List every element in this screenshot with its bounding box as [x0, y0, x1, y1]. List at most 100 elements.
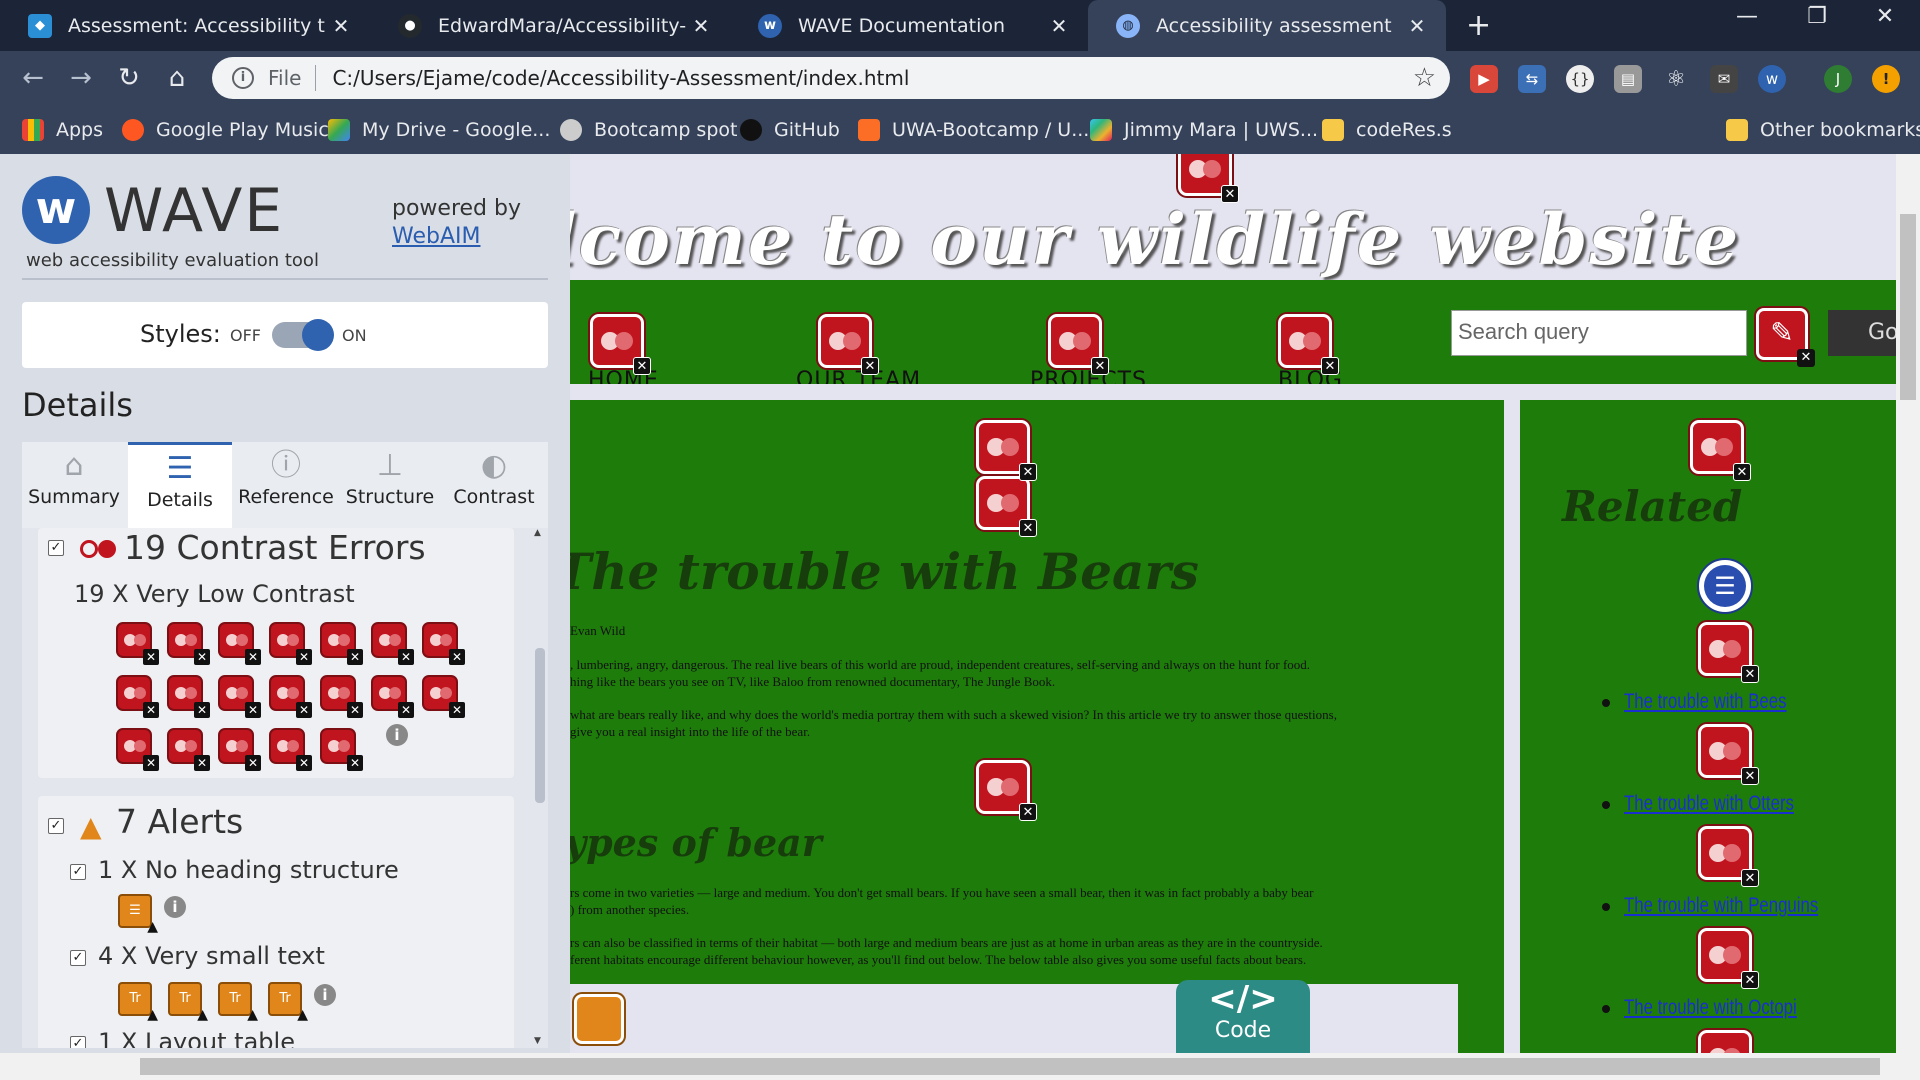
restore-icon[interactable]: ❐: [1782, 4, 1852, 29]
bookmark-bootcamp-spot[interactable]: Bootcamp spot: [560, 106, 737, 154]
tab-github-repo[interactable]: ● EdwardMara/Accessibility-Assess ✕: [370, 0, 730, 51]
contrast-error-icon[interactable]: ✕: [1698, 724, 1759, 785]
page-vertical-scrollbar[interactable]: [1896, 154, 1920, 1053]
update-alert-icon[interactable]: !: [1872, 65, 1900, 93]
small-text-icon[interactable]: Tr ▲: [118, 982, 158, 1022]
layout-table-checkbox[interactable]: ✓: [70, 1036, 86, 1048]
details-panel[interactable]: ✓ 19 Contrast Errors 19 X Very Low Contr…: [22, 528, 548, 1048]
contrast-error-icon[interactable]: ✕: [1698, 928, 1759, 989]
close-tab-icon[interactable]: ✕: [1044, 14, 1074, 38]
bookmark-apps[interactable]: Apps: [22, 106, 103, 154]
tab-structure[interactable]: ⊥ Structure: [338, 442, 442, 528]
scroll-down-icon[interactable]: ▼: [534, 1036, 541, 1046]
tab-reference[interactable]: ⓘ Reference: [234, 442, 338, 528]
contrast-error-icon[interactable]: ✕: [320, 622, 363, 665]
list-structure-icon[interactable]: ☰: [1697, 558, 1753, 614]
webaim-link[interactable]: WebAIM: [392, 224, 480, 249]
contrast-error-icon[interactable]: ✕: [320, 675, 363, 718]
contrast-error-icon[interactable]: ✕: [218, 622, 261, 665]
contrast-error-icon[interactable]: ✕: [1278, 314, 1339, 375]
contrast-error-icon[interactable]: ✕: [1698, 826, 1759, 887]
forward-icon[interactable]: →: [64, 61, 98, 95]
contrast-error-icon[interactable]: ✕: [269, 675, 312, 718]
mail-extension-icon[interactable]: ✉: [1710, 65, 1738, 93]
related-link-otters[interactable]: The trouble with Otters: [1624, 792, 1794, 816]
tab-accessibility-assessment[interactable]: ◍ Accessibility assessment ✕: [1088, 0, 1446, 51]
contrast-error-icon[interactable]: ✕: [976, 760, 1037, 821]
contrast-error-icon[interactable]: ✕: [167, 728, 210, 771]
new-tab-icon[interactable]: +: [1466, 8, 1491, 43]
bookmark-slack[interactable]: Jimmy Mara | UWS...: [1090, 106, 1318, 154]
back-icon[interactable]: ←: [16, 61, 50, 95]
contrast-error-icon[interactable]: ✕: [976, 476, 1037, 537]
tab-contrast[interactable]: ◐ Contrast: [442, 442, 546, 528]
address-bar[interactable]: i File C:/Users/Ejame/code/Accessibility…: [212, 57, 1450, 99]
code-extension-icon[interactable]: {}: [1566, 65, 1594, 93]
related-link-penguins[interactable]: The trouble with Penguins: [1624, 894, 1818, 918]
contrast-error-icon[interactable]: ✕: [1698, 622, 1759, 683]
close-window-icon[interactable]: ✕: [1850, 4, 1920, 29]
contrast-error-icon[interactable]: ✕: [371, 675, 414, 718]
very-small-text-checkbox[interactable]: ✓: [70, 950, 86, 966]
contrast-error-icon[interactable]: ✕: [218, 728, 261, 771]
scroll-up-icon[interactable]: ▲: [534, 528, 541, 538]
url-text[interactable]: C:/Users/Ejame/code/Accessibility-Assess…: [332, 66, 1412, 90]
contrast-error-icon[interactable]: ✕: [422, 675, 465, 718]
small-text-icon[interactable]: Tr ▲: [168, 982, 208, 1022]
related-link-bees[interactable]: The trouble with Bees: [1624, 690, 1786, 714]
missing-label-icon[interactable]: ✎ ✕: [1756, 308, 1815, 367]
search-input[interactable]: Search query: [1451, 310, 1747, 356]
contrast-error-icon[interactable]: ✕: [1698, 1030, 1752, 1053]
bookmark-other[interactable]: Other bookmarks: [1726, 106, 1920, 154]
close-tab-icon[interactable]: ✕: [326, 14, 356, 38]
code-button[interactable]: </> Code: [1176, 980, 1310, 1053]
contrast-error-icon[interactable]: ✕: [590, 314, 651, 375]
reload-icon[interactable]: ↻: [112, 61, 146, 95]
site-info-icon[interactable]: i: [232, 67, 254, 89]
contrast-error-icon[interactable]: ✕: [167, 675, 210, 718]
profile-avatar[interactable]: J: [1824, 65, 1852, 93]
page-horizontal-scrollbar[interactable]: [0, 1053, 1920, 1080]
small-text-icon[interactable]: Tr ▲: [268, 982, 308, 1022]
contrast-error-icon[interactable]: ✕: [371, 622, 414, 665]
contrast-error-icon[interactable]: ✕: [1178, 154, 1239, 203]
no-heading-structure-icon[interactable]: ☰ ▲: [118, 894, 158, 934]
bookmark-my-drive[interactable]: My Drive - Google...: [328, 106, 550, 154]
bookmark-coderes[interactable]: codeRes.s: [1322, 106, 1452, 154]
contrast-error-icon[interactable]: ✕: [116, 728, 159, 771]
video-extension-icon[interactable]: ▶: [1470, 65, 1498, 93]
contrast-error-icon[interactable]: ✕: [320, 728, 363, 771]
alerts-checkbox[interactable]: ✓: [48, 818, 64, 834]
contrast-error-icon[interactable]: ✕: [818, 314, 879, 375]
translate-extension-icon[interactable]: ⇆: [1518, 65, 1546, 93]
bookmark-uwa-bootcamp[interactable]: UWA-Bootcamp / U...: [858, 106, 1089, 154]
small-text-icon[interactable]: Tr ▲: [218, 982, 258, 1022]
wave-extension-icon[interactable]: w: [1758, 65, 1786, 93]
info-icon[interactable]: i: [314, 984, 336, 1006]
info-icon[interactable]: i: [386, 724, 408, 746]
contrast-error-icon[interactable]: ✕: [269, 622, 312, 665]
contrast-error-icon[interactable]: ✕: [1048, 314, 1109, 375]
contrast-error-icon[interactable]: ✕: [1690, 420, 1751, 481]
contrast-error-icon[interactable]: ✕: [422, 622, 465, 665]
home-icon[interactable]: ⌂: [160, 61, 194, 95]
styles-toggle[interactable]: [272, 319, 334, 351]
minimize-icon[interactable]: —: [1712, 4, 1782, 29]
bookmark-github[interactable]: GitHub: [740, 106, 840, 154]
contrast-error-icon[interactable]: ✕: [167, 622, 210, 665]
tab-details[interactable]: ☰ Details: [128, 442, 232, 528]
toggle-knob[interactable]: [302, 319, 334, 351]
react-extension-icon[interactable]: ⚛: [1662, 65, 1690, 93]
printer-extension-icon[interactable]: ▤: [1614, 65, 1642, 93]
panel-scroll-thumb[interactable]: [535, 648, 545, 803]
tab-wave-documentation[interactable]: w WAVE Documentation ✕: [730, 0, 1088, 51]
contrast-error-icon[interactable]: ✕: [116, 675, 159, 718]
search-go-button[interactable]: Go: [1828, 310, 1896, 356]
contrast-errors-checkbox[interactable]: ✓: [48, 540, 64, 556]
tab-summary[interactable]: ⌂ Summary: [22, 442, 126, 528]
no-heading-structure-checkbox[interactable]: ✓: [70, 864, 86, 880]
close-tab-icon[interactable]: ✕: [1402, 14, 1432, 38]
horizontal-scroll-thumb[interactable]: [140, 1058, 1880, 1075]
bookmark-google-play-music[interactable]: Google Play Music: [122, 106, 329, 154]
nav-projects[interactable]: PROJECTS: [1030, 368, 1147, 384]
